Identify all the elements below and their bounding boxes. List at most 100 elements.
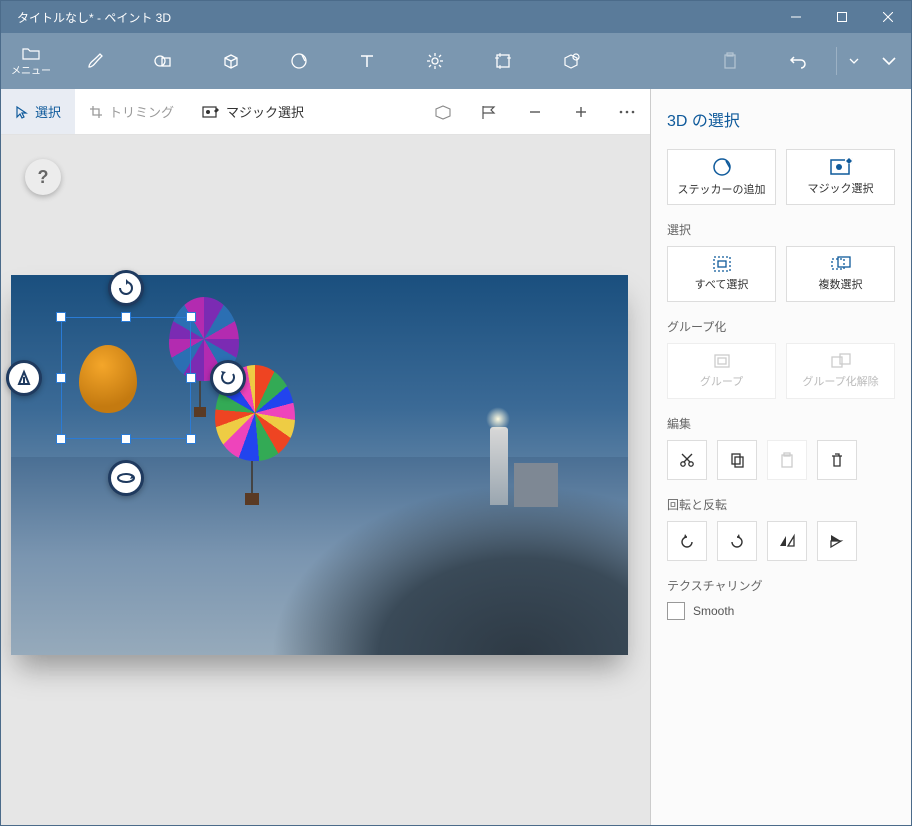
- undo-icon: [788, 51, 808, 71]
- rotate-y-icon: [219, 369, 237, 387]
- handle-top-right[interactable]: [186, 312, 196, 322]
- chevron-down-icon: [881, 53, 897, 69]
- more-button[interactable]: [604, 89, 650, 134]
- scene-lighthouse: [490, 427, 508, 505]
- cursor-icon: [15, 105, 29, 119]
- crop-icon: [89, 105, 103, 119]
- magic-select-icon: [202, 105, 220, 119]
- section-select-label: 選択: [667, 221, 895, 238]
- paste-panel-icon: [779, 452, 795, 468]
- subtool-crop[interactable]: トリミング: [75, 89, 188, 134]
- cube-icon: [221, 51, 241, 71]
- close-icon: [883, 12, 893, 22]
- select-all-label: すべて選択: [695, 276, 749, 292]
- canvas-icon: [493, 51, 513, 71]
- add-sticker-button[interactable]: ステッカーの追加: [667, 149, 776, 205]
- section-group-label: グループ化: [667, 318, 895, 335]
- ungroup-icon: [831, 353, 851, 369]
- sticker-add-icon: [711, 157, 733, 177]
- selection-box[interactable]: [61, 317, 191, 439]
- rotate-x-icon: [116, 471, 136, 485]
- help-label: ?: [38, 167, 49, 188]
- shapes-2d-icon: [153, 51, 173, 71]
- group-label: グループ: [700, 373, 743, 389]
- top-toolbar: メニュー: [1, 33, 911, 89]
- panel-title: 3D の選択: [667, 107, 895, 131]
- maximize-button[interactable]: [819, 1, 865, 33]
- rotate-right-icon: [728, 533, 746, 549]
- tool-brushes[interactable]: [61, 33, 129, 89]
- menu-button[interactable]: メニュー: [1, 33, 61, 89]
- handle-mid-right[interactable]: [186, 373, 196, 383]
- tool-text[interactable]: [333, 33, 401, 89]
- view-mixed-button[interactable]: [466, 89, 512, 134]
- magic-select-button[interactable]: マジック選択: [786, 149, 895, 205]
- multi-select-button[interactable]: 複数選択: [786, 246, 895, 302]
- paste-button[interactable]: [696, 33, 764, 89]
- copy-button[interactable]: [717, 440, 757, 480]
- minus-icon: [528, 105, 542, 119]
- depth-icon: [15, 369, 33, 387]
- delete-button[interactable]: [817, 440, 857, 480]
- caret-down-icon: [849, 56, 859, 66]
- select-all-button[interactable]: すべて選択: [667, 246, 776, 302]
- smooth-label: Smooth: [693, 604, 734, 618]
- section-texture-label: テクスチャリング: [667, 577, 895, 594]
- plus-icon: [574, 105, 588, 119]
- canvas-viewport[interactable]: ?: [1, 135, 650, 825]
- tool-effects[interactable]: [401, 33, 469, 89]
- close-button[interactable]: [865, 1, 911, 33]
- maximize-icon: [837, 12, 847, 22]
- tool-3d-library[interactable]: [537, 33, 605, 89]
- tool-2d-shapes[interactable]: [129, 33, 197, 89]
- cut-icon: [679, 452, 695, 468]
- app-window: タイトルなし* - ペイント 3D メニュー: [0, 0, 912, 826]
- minimize-button[interactable]: [773, 1, 819, 33]
- sub-toolbar: 選択 トリミング マジック選択: [1, 89, 650, 135]
- tool-canvas[interactable]: [469, 33, 537, 89]
- handle-bot-right[interactable]: [186, 434, 196, 444]
- zoom-in-button[interactable]: [558, 89, 604, 134]
- handle-mid-left[interactable]: [56, 373, 66, 383]
- scene-building: [514, 463, 558, 507]
- cut-button[interactable]: [667, 440, 707, 480]
- view-3d-button[interactable]: [420, 89, 466, 134]
- group-button: グループ: [667, 343, 776, 399]
- history-dropdown[interactable]: [841, 33, 867, 89]
- flip-horizontal-button[interactable]: [767, 521, 807, 561]
- rotate-y-handle[interactable]: [210, 360, 246, 396]
- multi-select-label: 複数選択: [819, 276, 863, 292]
- rotate-left-icon: [678, 533, 696, 549]
- depth-handle[interactable]: [6, 360, 42, 396]
- handle-top-mid[interactable]: [121, 312, 131, 322]
- rotate-left-button[interactable]: [667, 521, 707, 561]
- subtool-select[interactable]: 選択: [1, 89, 75, 134]
- brush-icon: [85, 51, 105, 71]
- group-icon: [713, 353, 731, 369]
- handle-bot-left[interactable]: [56, 434, 66, 444]
- smooth-row[interactable]: Smooth: [667, 602, 895, 620]
- more-icon: [619, 110, 635, 114]
- ungroup-button: グループ化解除: [786, 343, 895, 399]
- minimize-icon: [791, 12, 801, 22]
- handle-top-left[interactable]: [56, 312, 66, 322]
- subtool-magic-select[interactable]: マジック選択: [188, 89, 318, 134]
- rotate-x-handle[interactable]: [108, 460, 144, 496]
- paste-panel-button: [767, 440, 807, 480]
- tool-stickers[interactable]: [265, 33, 333, 89]
- main-area: 選択 トリミング マジック選択: [1, 89, 911, 825]
- tool-3d-shapes[interactable]: [197, 33, 265, 89]
- expand-button[interactable]: [867, 33, 911, 89]
- section-edit-label: 編集: [667, 415, 895, 432]
- select-all-icon: [713, 256, 731, 272]
- subtool-magic-label: マジック選択: [226, 102, 304, 121]
- zoom-out-button[interactable]: [512, 89, 558, 134]
- handle-bot-mid[interactable]: [121, 434, 131, 444]
- flip-vertical-button[interactable]: [817, 521, 857, 561]
- help-button[interactable]: ?: [25, 159, 61, 195]
- rotate-right-button[interactable]: [717, 521, 757, 561]
- rotate-z-handle[interactable]: [108, 270, 144, 306]
- flip-v-icon: [828, 533, 846, 549]
- smooth-checkbox[interactable]: [667, 602, 685, 620]
- undo-button[interactable]: [764, 33, 832, 89]
